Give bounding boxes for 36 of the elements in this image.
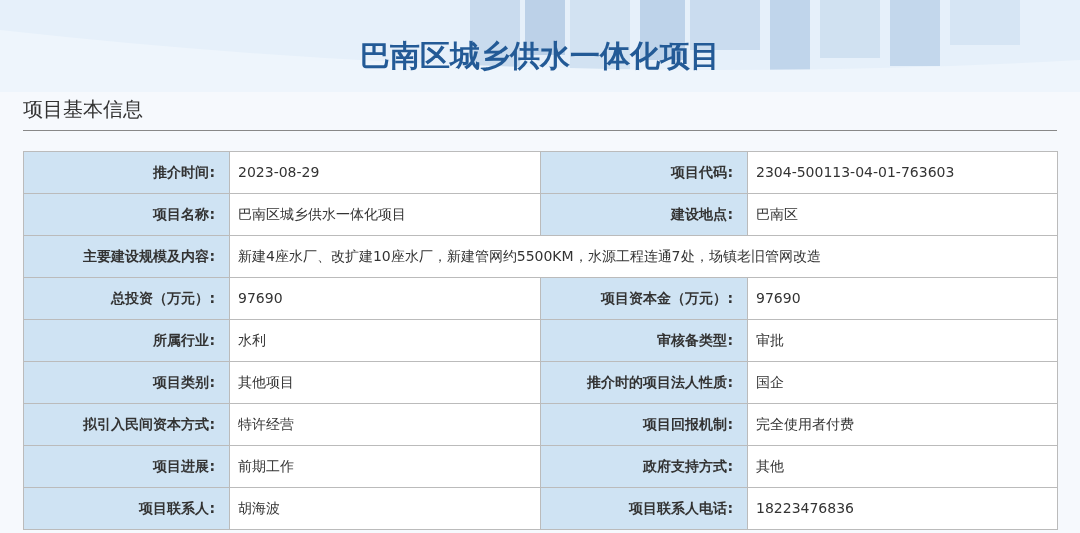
field-value: 审批 [747,319,1058,362]
field-label: 项目代码: [540,151,748,194]
field-label: 项目进展: [23,445,230,488]
field-label: 推介时的项目法人性质: [540,361,748,404]
field-value: 水利 [229,319,541,362]
field-value: 国企 [747,361,1058,404]
field-value: 胡海波 [229,487,541,530]
field-label: 主要建设规模及内容: [23,235,230,278]
field-label: 拟引入民间资本方式: [23,403,230,446]
field-value: 巴南区 [747,193,1058,236]
field-label: 建设地点: [540,193,748,236]
field-value: 其他项目 [229,361,541,404]
field-value: 2304-500113-04-01-763603 [747,151,1058,194]
field-label: 所属行业: [23,319,230,362]
field-label: 项目资本金（万元）: [540,277,748,320]
field-value: 其他 [747,445,1058,488]
field-value: 2023-08-29 [229,151,541,194]
field-value: 新建4座水厂、改扩建10座水厂，新建管网约5500KM，水源工程连通7处，场镇老旧管网改造 [229,235,1058,278]
field-label: 项目名称: [23,193,230,236]
field-label: 总投资（万元）: [23,277,230,320]
field-label: 推介时间: [23,151,230,194]
page-title: 巴南区城乡供水一体化项目 [360,37,720,75]
field-label: 项目联系人: [23,487,230,530]
field-label: 项目联系人电话: [540,487,748,530]
field-value: 97690 [229,277,541,320]
field-value: 完全使用者付费 [747,403,1058,446]
field-label: 项目类别: [23,361,230,404]
field-label: 政府支持方式: [540,445,748,488]
field-label: 项目回报机制: [540,403,748,446]
field-value: 97690 [747,277,1058,320]
field-label: 审核备类型: [540,319,748,362]
field-value: 特许经营 [229,403,541,446]
field-value: 18223476836 [747,487,1058,530]
field-value: 巴南区城乡供水一体化项目 [229,193,541,236]
section-heading: 项目基本信息 [23,92,1057,131]
field-value: 前期工作 [229,445,541,488]
